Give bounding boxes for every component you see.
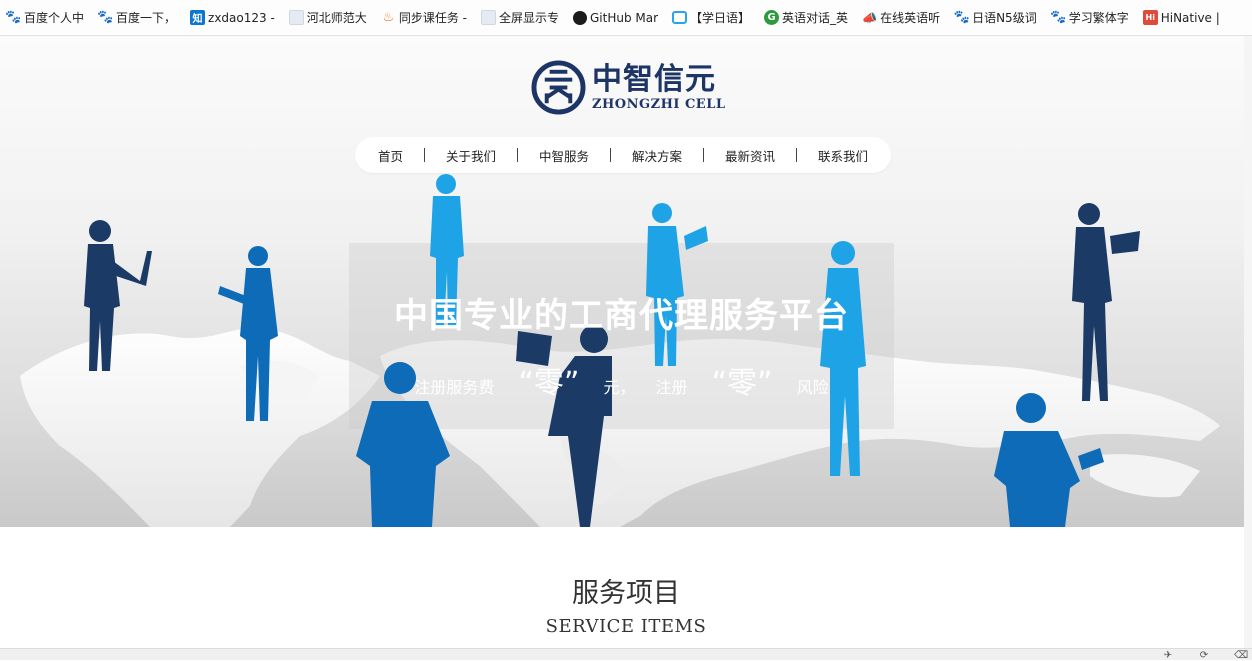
baidu-paw-icon: 🐾 xyxy=(1050,10,1067,25)
bookmark-label: 百度个人中 xyxy=(24,11,85,25)
blank-page-icon xyxy=(288,10,304,25)
bookmark-item[interactable]: 🐾 日语N5级词 xyxy=(953,6,1037,30)
bookmark-label: HiNative | xyxy=(1160,10,1220,25)
hero-banner: 中智信元 ZHONGZHI CELL 首页 关于我们 中智服务 解决方案 最新资… xyxy=(0,36,1252,527)
banner-title: 中国专业的工商代理服务平台 xyxy=(394,296,849,336)
bookmark-item[interactable]: Hi HiNative | xyxy=(1142,6,1220,30)
bookmark-label: 学习繁体字 xyxy=(1068,11,1129,25)
bookmark-item[interactable]: 全屏显示专 xyxy=(480,6,559,30)
github-icon xyxy=(572,10,587,25)
baidu-paw-icon: 🐾 xyxy=(5,10,22,25)
banner-subtitle: 注册服务费 “零” 元， 注册 “零” 风险 xyxy=(349,358,894,402)
bookmark-label: 【学日语】 xyxy=(690,11,751,25)
baidu-paw-icon: 🐾 xyxy=(97,10,114,25)
bookmark-item[interactable]: 🐾 百度个人中 xyxy=(5,6,85,30)
bookmark-label: GitHub Mar xyxy=(589,10,659,25)
banner-sub-part: 元， xyxy=(603,378,636,397)
bookmark-item[interactable]: GitHub Mar xyxy=(572,6,659,30)
hinative-icon: Hi xyxy=(1142,10,1158,25)
baidu-paw-icon: 🐾 xyxy=(953,10,970,25)
bookmark-label: 百度一下， xyxy=(116,11,177,25)
fire-icon: ♨ xyxy=(382,10,395,25)
browser-status-bar: ✈ ⟳ ⌫ xyxy=(0,648,1252,661)
bookmark-item[interactable]: 知 zxdao123 - xyxy=(190,6,275,30)
zhihu-icon: 知 xyxy=(190,10,206,25)
banner-sub-highlight: “零” xyxy=(711,366,773,401)
refresh-icon[interactable]: ⟳ xyxy=(1198,650,1210,661)
banner-sub-highlight: “零” xyxy=(518,366,580,401)
bookmark-label: 英语对话_英 xyxy=(782,11,849,25)
banner-sub-part: 风险 xyxy=(796,378,829,397)
service-section-title: 服务项目 xyxy=(572,578,680,609)
bookmark-item[interactable]: 【学日语】 xyxy=(672,6,750,30)
banner-sub-part: 注册 xyxy=(655,378,688,397)
banner-sub-part: 注册服务费 xyxy=(414,378,495,397)
bookmark-item[interactable]: 📣 在线英语听 xyxy=(862,6,940,30)
business-people-silhouettes-image xyxy=(84,174,1140,527)
bookmark-item[interactable]: G 英语对话_英 xyxy=(764,6,848,30)
bookmark-label: 河北师范大 xyxy=(306,11,367,25)
rocket-icon[interactable]: ✈ xyxy=(1162,650,1174,661)
bookmark-item[interactable]: 河北师范大 xyxy=(288,6,367,30)
bookmark-label: 日语N5级词 xyxy=(972,11,1037,25)
bookmark-label: 在线英语听 xyxy=(880,11,941,25)
green-g-icon: G xyxy=(764,10,780,25)
bookmark-label: 全屏显示专 xyxy=(498,11,559,25)
bookmark-item[interactable]: 🐾 学习繁体字 xyxy=(1050,6,1129,30)
bilibili-icon xyxy=(672,11,688,24)
page-scrollbar[interactable] xyxy=(1244,36,1252,648)
trash-icon[interactable]: ⌫ xyxy=(1234,650,1248,661)
bookmark-item[interactable]: 🐾 百度一下， xyxy=(97,6,177,30)
bookmark-item[interactable]: ♨ 同步课任务 - xyxy=(381,6,467,30)
bookmark-label: zxdao123 - xyxy=(208,10,275,25)
bookmark-label: 同步课任务 - xyxy=(398,11,467,25)
service-section-subtitle: SERVICE ITEMS xyxy=(545,616,707,637)
bookmarks-bar: 🐾 百度个人中 🐾 百度一下， 知 zxdao123 - 河北师范大 ♨ 同步课任务 -… xyxy=(0,0,1252,36)
blank-page-icon xyxy=(480,10,496,25)
page-viewport: 中智信元 ZHONGZHI CELL 首页 关于我们 中智服务 解决方案 最新资… xyxy=(0,36,1252,648)
horn-icon: 📣 xyxy=(862,10,878,25)
